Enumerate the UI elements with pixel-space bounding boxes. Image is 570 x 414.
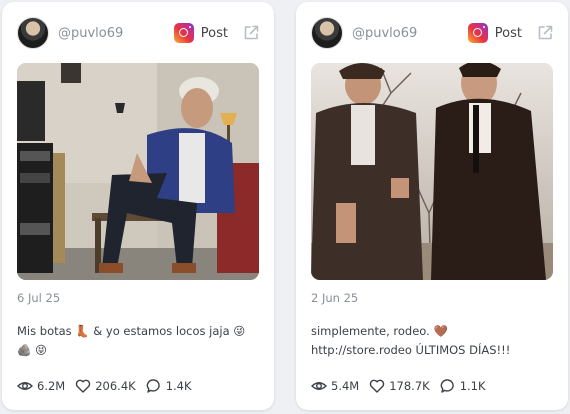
post-image[interactable] xyxy=(311,63,553,280)
post-type-label: Post xyxy=(200,25,228,41)
post-caption: simplemente, rodeo. 🤎 http://store.rodeo… xyxy=(311,324,511,357)
post-card[interactable]: @puvlo69 Post xyxy=(2,2,274,410)
instagram-icon xyxy=(173,23,194,43)
eye-icon xyxy=(17,382,33,390)
eye-icon xyxy=(311,382,327,390)
post-image[interactable] xyxy=(17,63,259,280)
avatar[interactable] xyxy=(311,17,343,49)
views-count: 6.2M xyxy=(37,379,66,393)
comment-icon xyxy=(146,379,160,393)
comments-stat: 1.4K xyxy=(146,378,192,394)
instagram-icon xyxy=(467,23,488,43)
comments-stat: 1.1K xyxy=(440,378,486,394)
post-type-label: Post xyxy=(494,25,522,41)
post-header: @puvlo69 Post xyxy=(17,17,260,49)
post-date: 6 Jul 25 xyxy=(17,291,61,305)
post-card[interactable]: @puvlo69 Post xyxy=(296,2,568,410)
post-date: 2 Jun 25 xyxy=(311,291,359,305)
heart-icon xyxy=(76,379,91,393)
likes-stat: 178.7K xyxy=(369,378,430,394)
post-stats: 5.4M 178.7K 1.1K xyxy=(311,377,496,395)
external-link-icon[interactable] xyxy=(536,24,554,42)
views-stat: 6.2M xyxy=(17,378,65,394)
post-header: @puvlo69 Post xyxy=(311,17,554,49)
heart-icon xyxy=(370,379,385,393)
username[interactable]: @puvlo69 xyxy=(58,26,123,41)
comment-icon xyxy=(440,379,454,393)
external-link-icon[interactable] xyxy=(242,24,260,42)
views-stat: 5.4M xyxy=(311,378,359,394)
avatar[interactable] xyxy=(17,17,49,49)
likes-stat: 206.4K xyxy=(75,378,136,394)
username[interactable]: @puvlo69 xyxy=(352,26,417,41)
views-count: 5.4M xyxy=(331,379,360,393)
comments-count: 1.4K xyxy=(165,379,192,393)
likes-count: 206.4K xyxy=(95,379,136,393)
likes-count: 178.7K xyxy=(389,379,430,393)
post-caption: Mis botas 👢 & yo estamos locos jaja 😜 🪨 … xyxy=(17,324,246,357)
post-stats: 6.2M 206.4K 1.4K xyxy=(17,377,202,395)
comments-count: 1.1K xyxy=(459,379,486,393)
